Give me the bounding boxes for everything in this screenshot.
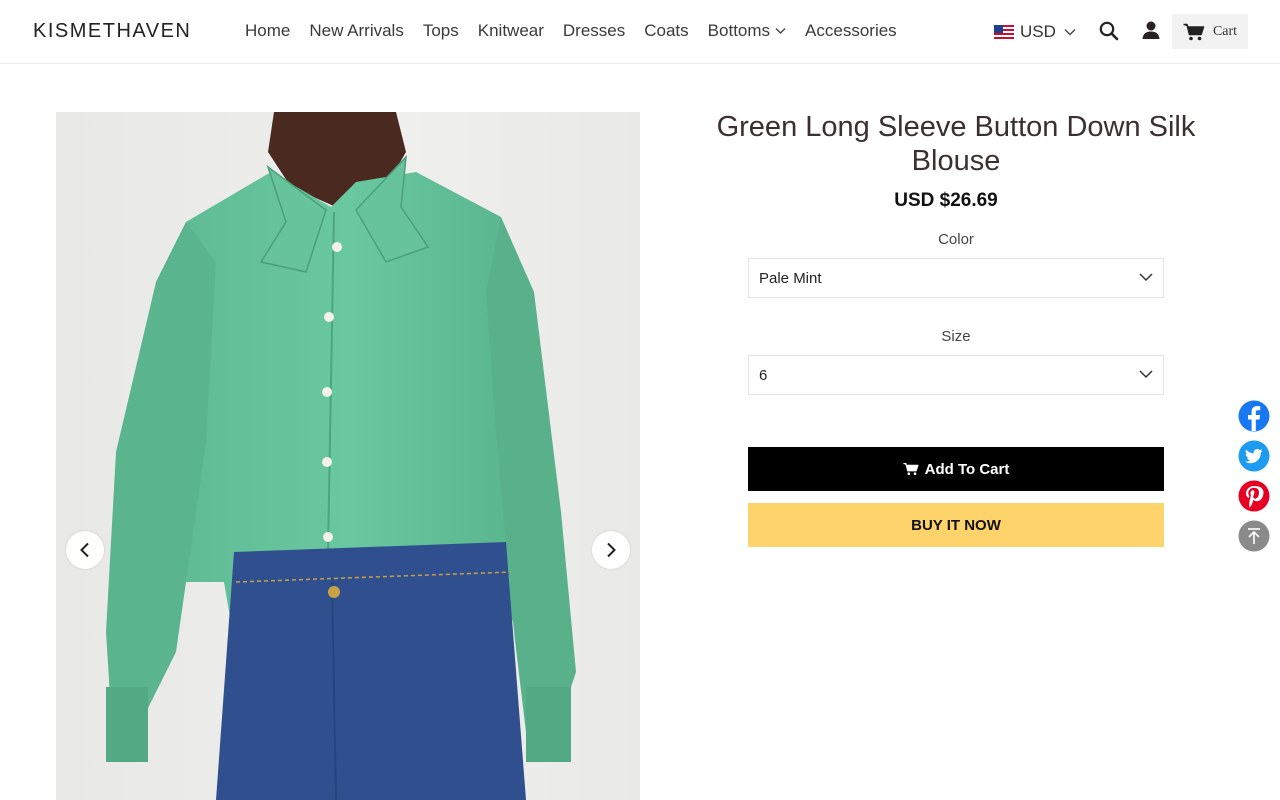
product-photo bbox=[106, 112, 576, 800]
nav-knitwear[interactable]: Knitwear bbox=[478, 21, 544, 41]
product-title: Green Long Sleeve Button Down Silk Blous… bbox=[716, 111, 1196, 177]
search-button[interactable] bbox=[1099, 21, 1119, 46]
nav-home-label: Home bbox=[245, 21, 291, 40]
color-label: Color bbox=[938, 231, 974, 248]
chevron-down-icon bbox=[1139, 370, 1153, 379]
size-label: Size bbox=[941, 328, 971, 345]
back-to-top-button[interactable] bbox=[1238, 520, 1270, 552]
size-select-value: 6 bbox=[759, 367, 768, 384]
nav-dresses[interactable]: Dresses bbox=[563, 21, 625, 41]
color-select[interactable]: Pale Mint bbox=[748, 258, 1164, 298]
nav-accessories-label: Accessories bbox=[805, 21, 897, 40]
site-header: KISMETHAVEN Home New Arrivals Tops Knitw… bbox=[0, 0, 1280, 64]
arrow-up-to-top-icon bbox=[1238, 520, 1270, 552]
nav-tops[interactable]: Tops bbox=[423, 21, 459, 41]
product-image-gallery[interactable] bbox=[56, 112, 640, 800]
color-select-value: Pale Mint bbox=[759, 270, 822, 287]
chevron-down-icon bbox=[775, 28, 786, 34]
pinterest-icon bbox=[1238, 480, 1270, 512]
nav-new-arrivals-label: New Arrivals bbox=[309, 21, 404, 40]
nav-knitwear-label: Knitwear bbox=[477, 21, 544, 40]
brand-logo[interactable]: KISMETHAVEN bbox=[33, 20, 191, 43]
twitter-share-button[interactable] bbox=[1238, 440, 1270, 472]
nav-coats[interactable]: Coats bbox=[644, 21, 688, 41]
nav-dresses-label: Dresses bbox=[562, 21, 626, 40]
facebook-share-button[interactable] bbox=[1238, 400, 1270, 432]
product-price: USD $26.69 bbox=[894, 190, 998, 211]
chevron-right-icon bbox=[607, 542, 616, 558]
add-to-cart-label: Add To Cart bbox=[924, 460, 1010, 478]
main-nav: Home New Arrivals Tops Knitwear Dresses … bbox=[245, 21, 916, 41]
chevron-down-icon bbox=[1139, 273, 1153, 282]
size-select[interactable]: 6 bbox=[748, 355, 1164, 395]
nav-home[interactable]: Home bbox=[245, 21, 290, 41]
cart-icon bbox=[1183, 23, 1205, 40]
facebook-icon bbox=[1238, 400, 1270, 432]
us-flag-icon bbox=[994, 25, 1014, 39]
currency-selector[interactable]: USD bbox=[994, 22, 1076, 42]
nav-accessories[interactable]: Accessories bbox=[805, 21, 897, 41]
buy-it-now-button[interactable]: BUY IT NOW bbox=[748, 503, 1164, 547]
buy-it-now-label: BUY IT NOW bbox=[911, 516, 1001, 534]
chevron-down-icon bbox=[1064, 29, 1076, 36]
cart-icon bbox=[903, 462, 919, 476]
pinterest-share-button[interactable] bbox=[1238, 480, 1270, 512]
chevron-left-icon bbox=[80, 542, 89, 558]
nav-new-arrivals[interactable]: New Arrivals bbox=[309, 21, 403, 41]
nav-bottoms[interactable]: Bottoms bbox=[708, 21, 786, 41]
search-icon bbox=[1099, 21, 1119, 41]
nav-tops-label: Tops bbox=[422, 21, 459, 40]
currency-code: USD bbox=[1020, 22, 1056, 41]
twitter-icon bbox=[1238, 440, 1270, 472]
previous-image-button[interactable] bbox=[66, 531, 104, 569]
cart-label: Cart bbox=[1212, 23, 1238, 39]
user-icon bbox=[1142, 21, 1160, 39]
nav-coats-label: Coats bbox=[644, 21, 689, 40]
cart-button[interactable]: Cart bbox=[1172, 14, 1248, 49]
nav-bottoms-label: Bottoms bbox=[707, 21, 771, 40]
next-image-button[interactable] bbox=[592, 531, 630, 569]
add-to-cart-button[interactable]: Add To Cart bbox=[748, 447, 1164, 491]
account-button[interactable] bbox=[1141, 20, 1161, 45]
